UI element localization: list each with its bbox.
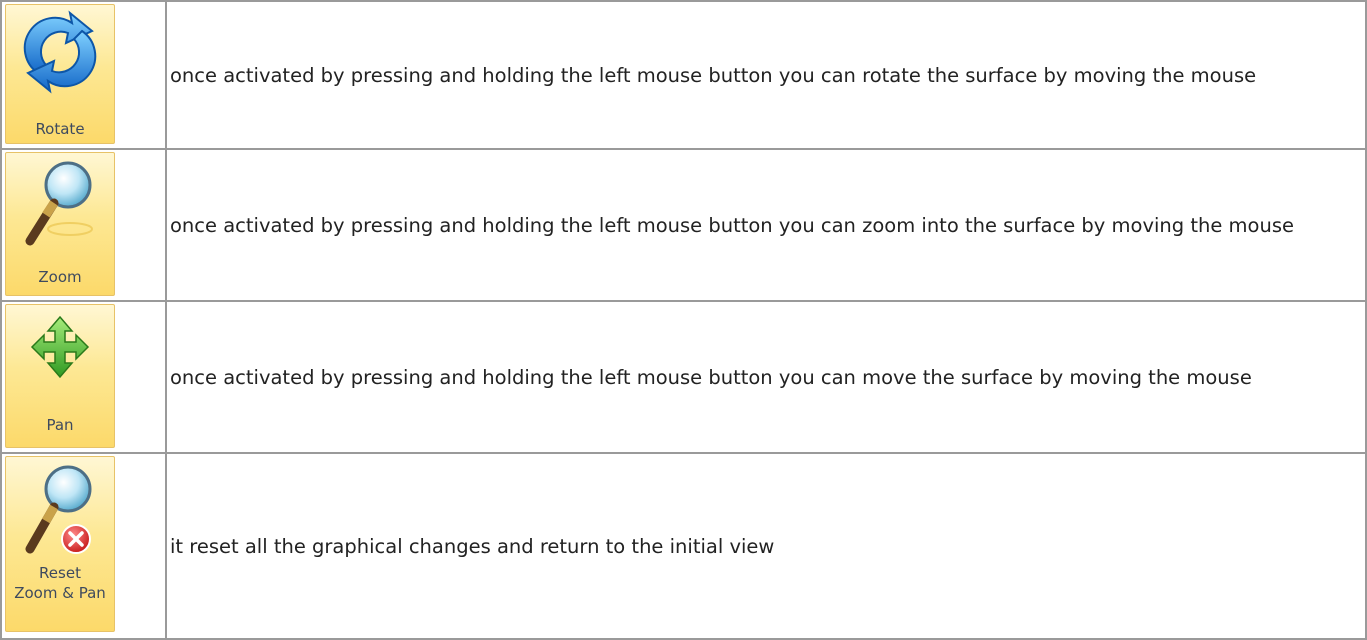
rotate-icon	[20, 9, 100, 95]
description-text: once activated by pressing and holding t…	[165, 148, 1367, 302]
table-row: Pan once activated by pressing and holdi…	[0, 300, 1367, 454]
zoom-button[interactable]: Zoom	[5, 152, 115, 296]
button-cell: Reset Zoom & Pan	[0, 452, 167, 640]
table-row: Rotate once activated by pressing and ho…	[0, 0, 1367, 150]
rotate-button[interactable]: Rotate	[5, 4, 115, 144]
move-arrows-icon	[30, 315, 90, 379]
magnifier-reset-icon	[20, 461, 100, 561]
pan-button-label: Pan	[46, 416, 74, 434]
reset-button-label-line2: Zoom & Pan	[14, 584, 106, 602]
description-text: once activated by pressing and holding t…	[165, 300, 1367, 454]
toolbar-reference-table: Rotate once activated by pressing and ho…	[0, 0, 1367, 640]
reset-button-label-line1: Reset	[39, 564, 81, 582]
pan-button[interactable]: Pan	[5, 304, 115, 448]
button-cell: Rotate	[0, 0, 167, 150]
button-cell: Zoom	[0, 148, 167, 302]
zoom-button-label: Zoom	[38, 268, 82, 286]
description-text: it reset all the graphical changes and r…	[165, 452, 1367, 640]
button-cell: Pan	[0, 300, 167, 454]
table-row: Zoom once activated by pressing and hold…	[0, 148, 1367, 302]
description-text: once activated by pressing and holding t…	[165, 0, 1367, 150]
table-row: Reset Zoom & Pan it reset all the graphi…	[0, 452, 1367, 640]
rotate-button-label: Rotate	[35, 120, 85, 138]
magnifier-icon	[20, 157, 100, 253]
reset-zoom-pan-button[interactable]: Reset Zoom & Pan	[5, 456, 115, 632]
